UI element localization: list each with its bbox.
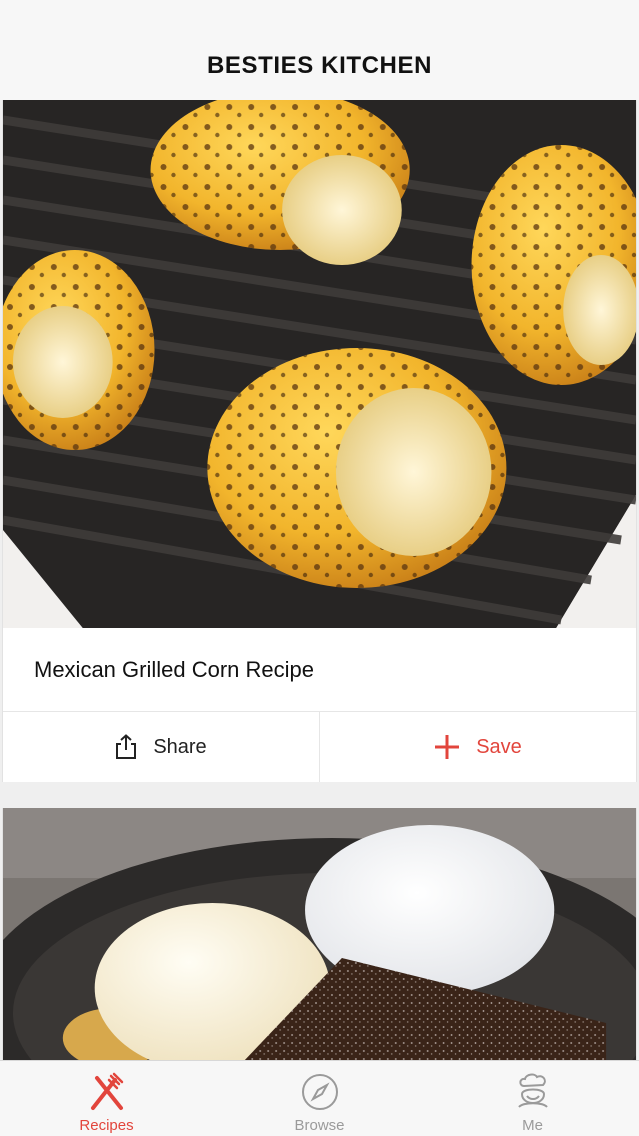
compass-icon (300, 1071, 340, 1113)
brownie-ice-cream-photo (3, 808, 636, 1060)
plus-icon (434, 734, 460, 760)
tab-label: Browse (294, 1117, 345, 1134)
share-icon (115, 734, 137, 760)
tab-browse[interactable]: Browse (213, 1061, 426, 1136)
recipe-feed[interactable]: Mexican Grilled Corn Recipe Share Save (0, 100, 639, 1060)
recipe-title-row[interactable]: Mexican Grilled Corn Recipe (3, 628, 636, 712)
share-label: Share (153, 735, 207, 758)
recipe-card (2, 808, 637, 1060)
recipe-photo[interactable] (3, 100, 636, 628)
recipe-photo[interactable] (3, 808, 636, 1060)
recipe-title: Mexican Grilled Corn Recipe (34, 656, 314, 682)
tab-me[interactable]: Me (426, 1061, 639, 1136)
save-label: Save (476, 735, 522, 758)
recipe-card: Mexican Grilled Corn Recipe Share Save (2, 100, 637, 782)
app-screen: BESTIES KITCHEN Mexican Grilled Corn Rec… (0, 0, 639, 1136)
tab-label: Me (522, 1117, 543, 1134)
fork-knife-icon (87, 1071, 127, 1113)
share-button[interactable]: Share (3, 712, 319, 782)
tab-bar: Recipes Browse Me (0, 1060, 639, 1136)
recipe-actions: Share Save (3, 712, 636, 782)
grilled-corn-photo (3, 100, 636, 628)
page-title: BESTIES KITCHEN (206, 52, 433, 79)
tab-label: Recipes (79, 1117, 134, 1134)
navigation-bar: BESTIES KITCHEN (0, 0, 639, 100)
chef-hat-icon (513, 1071, 553, 1113)
save-button[interactable]: Save (319, 712, 636, 782)
tab-recipes[interactable]: Recipes (0, 1061, 213, 1136)
